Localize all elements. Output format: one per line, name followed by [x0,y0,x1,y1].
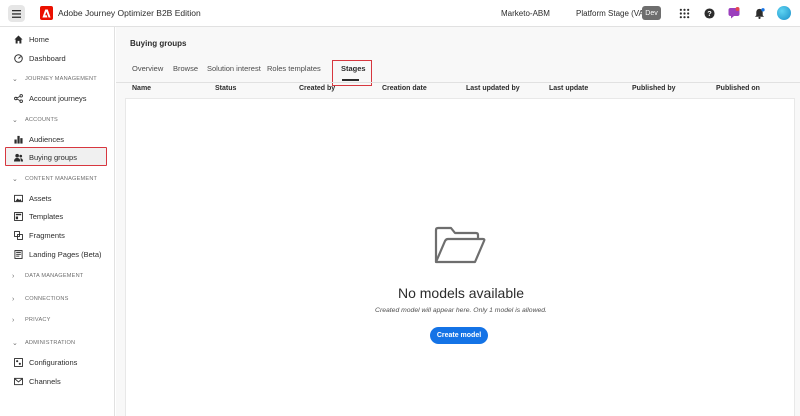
configurations-icon [13,357,23,367]
nav-item-buying-groups[interactable]: Buying groups [13,149,77,165]
section-label: CONNECTIONS [25,296,69,302]
main-content: Buying groups Overview Browse Solution i… [116,27,800,416]
journey-icon [13,93,23,103]
section-label: CONTENT MANAGEMENT [25,176,98,182]
section-accounts[interactable]: ⌄ ACCOUNTS [12,114,58,126]
left-nav: Home Dashboard ⌄ JOURNEY MANAGEMENT Acco… [0,27,115,416]
empty-state-title: No models available [397,285,525,301]
landing-page-icon [13,249,23,259]
section-data-management[interactable]: › DATA MANAGEMENT [12,270,83,282]
channels-icon [13,376,23,386]
tab-solution-interest[interactable]: Solution interest [207,64,261,73]
section-label: JOURNEY MANAGEMENT [25,76,97,82]
nav-label: Assets [29,193,52,203]
adobe-logo-icon [40,6,53,20]
column-header-status[interactable]: Status [215,85,236,92]
nav-item-channels[interactable]: Channels [13,373,61,389]
top-header: Adobe Journey Optimizer B2B Edition Mark… [0,0,800,27]
nav-label: Landing Pages (Beta) [29,249,102,259]
empty-state-description: Created model will appear here. Only 1 m… [375,307,547,314]
section-connections[interactable]: › CONNECTIONS [12,293,69,305]
section-privacy[interactable]: › PRIVACY [12,314,51,326]
svg-text:?: ? [707,9,712,18]
audiences-icon [13,134,23,144]
nav-item-assets[interactable]: Assets [13,190,52,206]
templates-icon [13,211,23,221]
nav-label: Dashboard [29,53,66,63]
nav-item-audiences[interactable]: Audiences [13,131,64,147]
page-title: Buying groups [130,39,187,48]
open-folder-icon [434,226,486,264]
tab-browse[interactable]: Browse [173,64,198,73]
env-badge: Dev [642,6,661,20]
column-header-created-by[interactable]: Created by [299,85,335,92]
tab-roles-templates[interactable]: Roles templates [267,64,321,73]
fragments-icon [13,230,23,240]
nav-item-fragments[interactable]: Fragments [13,227,65,243]
empty-state-panel: No models available Created model will a… [125,98,795,416]
nav-item-account-journeys[interactable]: Account journeys [13,90,87,106]
nav-label: Account journeys [29,93,87,103]
nav-item-configurations[interactable]: Configurations [13,354,77,370]
table-header: Name Status Created by Creation date Las… [116,83,800,96]
column-header-name[interactable]: Name [132,85,151,92]
feedback-icon[interactable] [728,7,740,19]
nav-label: Audiences [29,134,65,144]
nav-label: Home [29,34,50,44]
nav-label: Fragments [29,230,65,240]
sandbox-switcher[interactable]: Platform Stage (VA7) [576,9,651,18]
section-label: PRIVACY [25,317,51,323]
nav-label: Channels [29,376,61,386]
nav-item-home[interactable]: Home [13,31,49,47]
column-header-published-on[interactable]: Published on [716,85,760,92]
org-switcher[interactable]: Marketo-ABM [501,9,550,18]
column-header-last-updated-by[interactable]: Last updated by [466,85,520,92]
nav-item-dashboard[interactable]: Dashboard [13,50,66,66]
column-header-creation-date[interactable]: Creation date [382,85,427,92]
notifications-bell-icon[interactable] [753,7,765,19]
chevron-right-icon: › [12,316,15,324]
menu-toggle-button[interactable] [8,5,25,22]
nav-item-landing-pages[interactable]: Landing Pages (Beta) [13,246,102,262]
section-administration[interactable]: ⌄ ADMINISTRATION [12,337,75,349]
section-journey-management[interactable]: ⌄ JOURNEY MANAGEMENT [12,73,97,85]
create-model-button[interactable]: Create model [430,327,488,344]
column-header-last-update[interactable]: Last update [549,85,588,92]
chevron-right-icon: › [12,272,15,280]
dashboard-gauge-icon [13,53,23,63]
chevron-down-icon: ⌄ [12,117,19,124]
chevron-down-icon: ⌄ [12,340,19,347]
hamburger-icon [12,9,21,18]
column-header-published-by[interactable]: Published by [632,85,676,92]
chevron-down-icon: ⌄ [12,176,19,183]
help-icon[interactable]: ? [703,7,715,19]
assets-image-icon [13,193,23,203]
apps-grid-icon[interactable] [678,7,690,19]
nav-label: Buying groups [29,152,77,162]
nav-item-templates[interactable]: Templates [13,208,63,224]
section-label: ACCOUNTS [25,117,58,123]
chevron-down-icon: ⌄ [12,76,19,83]
buying-group-users-icon [13,152,23,162]
section-content-management[interactable]: ⌄ CONTENT MANAGEMENT [12,173,97,185]
chevron-right-icon: › [12,295,15,303]
tab-overview[interactable]: Overview [132,64,163,73]
nav-label: Configurations [29,357,78,367]
nav-label: Templates [29,211,64,221]
section-label: DATA MANAGEMENT [25,273,84,279]
section-label: ADMINISTRATION [25,340,76,346]
user-avatar[interactable] [777,6,791,20]
app-title: Adobe Journey Optimizer B2B Edition [58,8,201,18]
home-icon [13,34,23,44]
